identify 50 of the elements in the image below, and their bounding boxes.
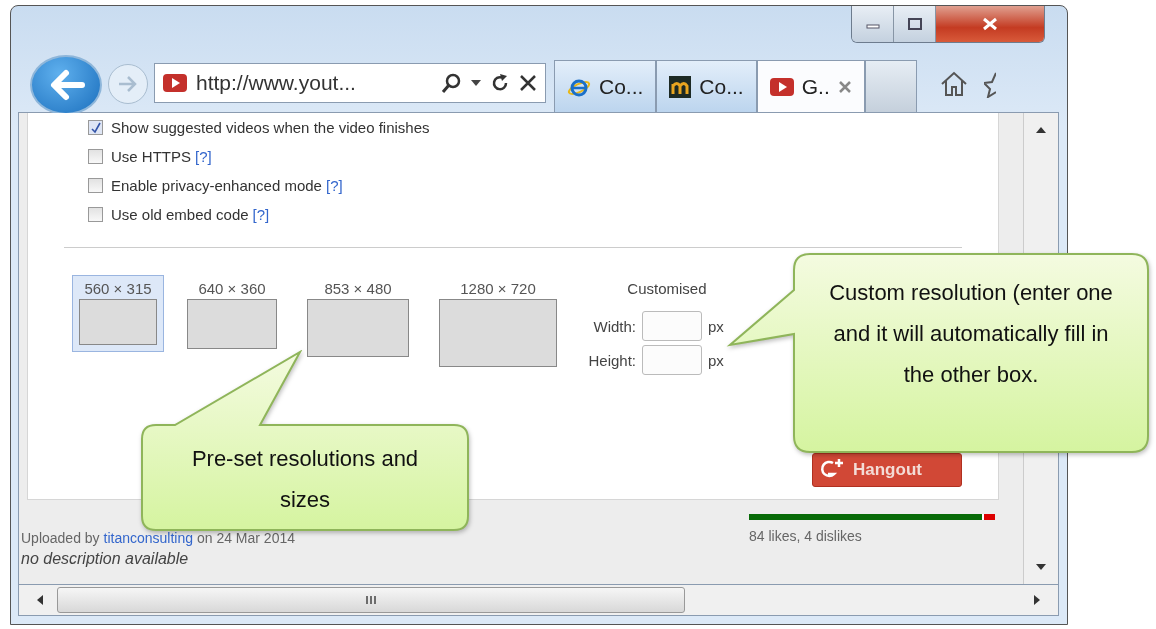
height-field[interactable] xyxy=(642,345,702,375)
help-link[interactable]: [?] xyxy=(252,206,270,223)
scrollbar-thumb[interactable] xyxy=(57,587,685,613)
unit-label: px xyxy=(708,351,724,369)
address-bar[interactable]: http://www.yout... xyxy=(154,63,546,103)
width-field[interactable] xyxy=(642,311,702,341)
maximize-button[interactable] xyxy=(894,6,936,42)
new-tab-button[interactable] xyxy=(864,60,917,112)
help-link[interactable]: [?] xyxy=(195,148,212,165)
stop-icon[interactable] xyxy=(519,74,537,92)
unit-label: px xyxy=(708,317,724,335)
url-text: http://www.yout... xyxy=(196,71,357,95)
callout: Pre-set resolutions and sizes xyxy=(140,350,472,532)
play-icon xyxy=(769,77,794,96)
browser-tab[interactable]: Co... xyxy=(554,60,657,112)
uploaded-by-text: Uploaded by titanconsulting on 24 Mar 2014 xyxy=(21,530,295,546)
refresh-icon[interactable] xyxy=(490,73,510,93)
browser-tab[interactable]: G.. xyxy=(756,60,865,112)
back-button[interactable] xyxy=(30,55,102,115)
close-icon xyxy=(980,17,1000,31)
field-label: Width: xyxy=(592,317,636,335)
m-logo-icon xyxy=(669,75,692,98)
option-label: Use old embed code xyxy=(111,206,249,223)
browser-tab[interactable]: Co... xyxy=(656,60,757,112)
scroll-right-icon[interactable] xyxy=(1034,595,1040,605)
likes-count: 84 likes, 4 dislikes xyxy=(749,528,863,544)
dropdown-icon[interactable] xyxy=(471,80,481,86)
scroll-left-icon[interactable] xyxy=(37,595,43,605)
horizontal-scrollbar[interactable] xyxy=(18,585,1059,616)
size-option[interactable]: 560 × 315 xyxy=(72,275,164,352)
customised-label: Customised xyxy=(627,280,707,297)
scroll-down-icon[interactable] xyxy=(1036,564,1046,570)
option-label: Use HTTPS xyxy=(111,148,191,165)
scroll-up-icon[interactable] xyxy=(1036,127,1046,133)
callout: Custom resolution (enter one and it will automatically fill in the other box. xyxy=(726,252,1152,456)
maximize-icon xyxy=(906,17,923,31)
play-icon xyxy=(163,74,187,92)
description-text: no description available xyxy=(21,550,190,568)
checkbox[interactable] xyxy=(88,207,103,222)
search-icon[interactable] xyxy=(440,72,462,94)
user-link[interactable]: titanconsulting xyxy=(103,530,194,546)
help-link[interactable]: [?] xyxy=(325,177,343,194)
checkbox[interactable] xyxy=(88,120,103,135)
checkbox[interactable] xyxy=(88,178,103,193)
option-label: Enable privacy-enhanced mode xyxy=(111,177,322,194)
field-label: Height: xyxy=(587,351,636,369)
option-label: Show suggested videos when the video finishes xyxy=(111,119,430,136)
checkbox[interactable] xyxy=(88,149,103,164)
close-tab-icon[interactable] xyxy=(837,79,852,94)
grip-icon xyxy=(364,595,378,605)
